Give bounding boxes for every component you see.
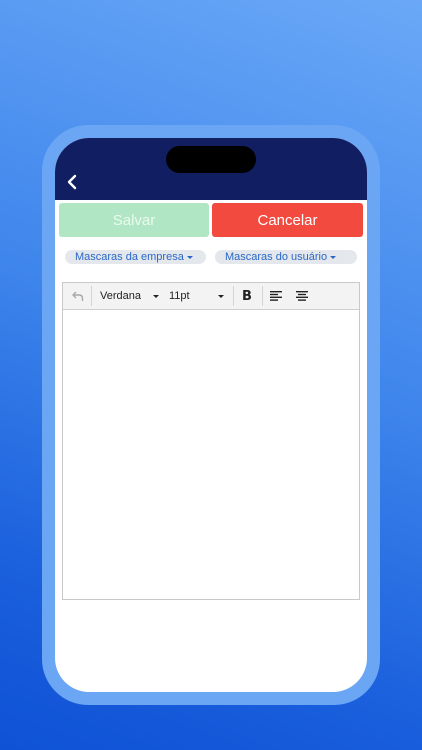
- caret-down-icon: [186, 256, 193, 259]
- caret-down-icon: [330, 256, 337, 259]
- align-center-icon: [296, 291, 308, 301]
- editor-content-area[interactable]: [63, 310, 359, 599]
- chevron-left-icon: [67, 174, 77, 190]
- save-button[interactable]: Salvar: [59, 203, 209, 237]
- toolbar-separator: [262, 286, 263, 306]
- rich-text-editor: Verdana 11pt B: [62, 282, 360, 600]
- toolbar-separator: [233, 286, 234, 306]
- toolbar-separator: [91, 286, 92, 306]
- align-left-button[interactable]: [268, 283, 284, 309]
- undo-button[interactable]: [69, 283, 87, 309]
- font-size-value: 11pt: [169, 290, 190, 302]
- app-screen: Salvar Cancelar Mascaras da empresa Masc…: [55, 138, 367, 692]
- editor-toolbar: Verdana 11pt B: [63, 283, 359, 310]
- caret-down-icon: [152, 294, 159, 298]
- back-button[interactable]: [61, 170, 83, 194]
- font-family-value: Verdana: [100, 290, 141, 302]
- undo-icon: [72, 291, 84, 301]
- user-masks-label: Mascaras do usuário: [225, 251, 328, 263]
- user-masks-dropdown[interactable]: Mascaras do usuário: [215, 250, 357, 264]
- font-family-select[interactable]: Verdana: [100, 283, 159, 309]
- company-masks-label: Mascaras da empresa: [75, 251, 184, 263]
- align-center-button[interactable]: [294, 283, 310, 309]
- font-size-select[interactable]: 11pt: [169, 283, 227, 309]
- align-left-icon: [270, 291, 282, 301]
- caret-down-icon: [217, 294, 224, 298]
- bold-button[interactable]: B: [239, 283, 255, 309]
- navigation-bar: [55, 138, 367, 200]
- cancel-button[interactable]: Cancelar: [212, 203, 363, 237]
- bold-icon: B: [242, 288, 252, 304]
- company-masks-dropdown[interactable]: Mascaras da empresa: [65, 250, 206, 264]
- dynamic-island: [166, 146, 256, 173]
